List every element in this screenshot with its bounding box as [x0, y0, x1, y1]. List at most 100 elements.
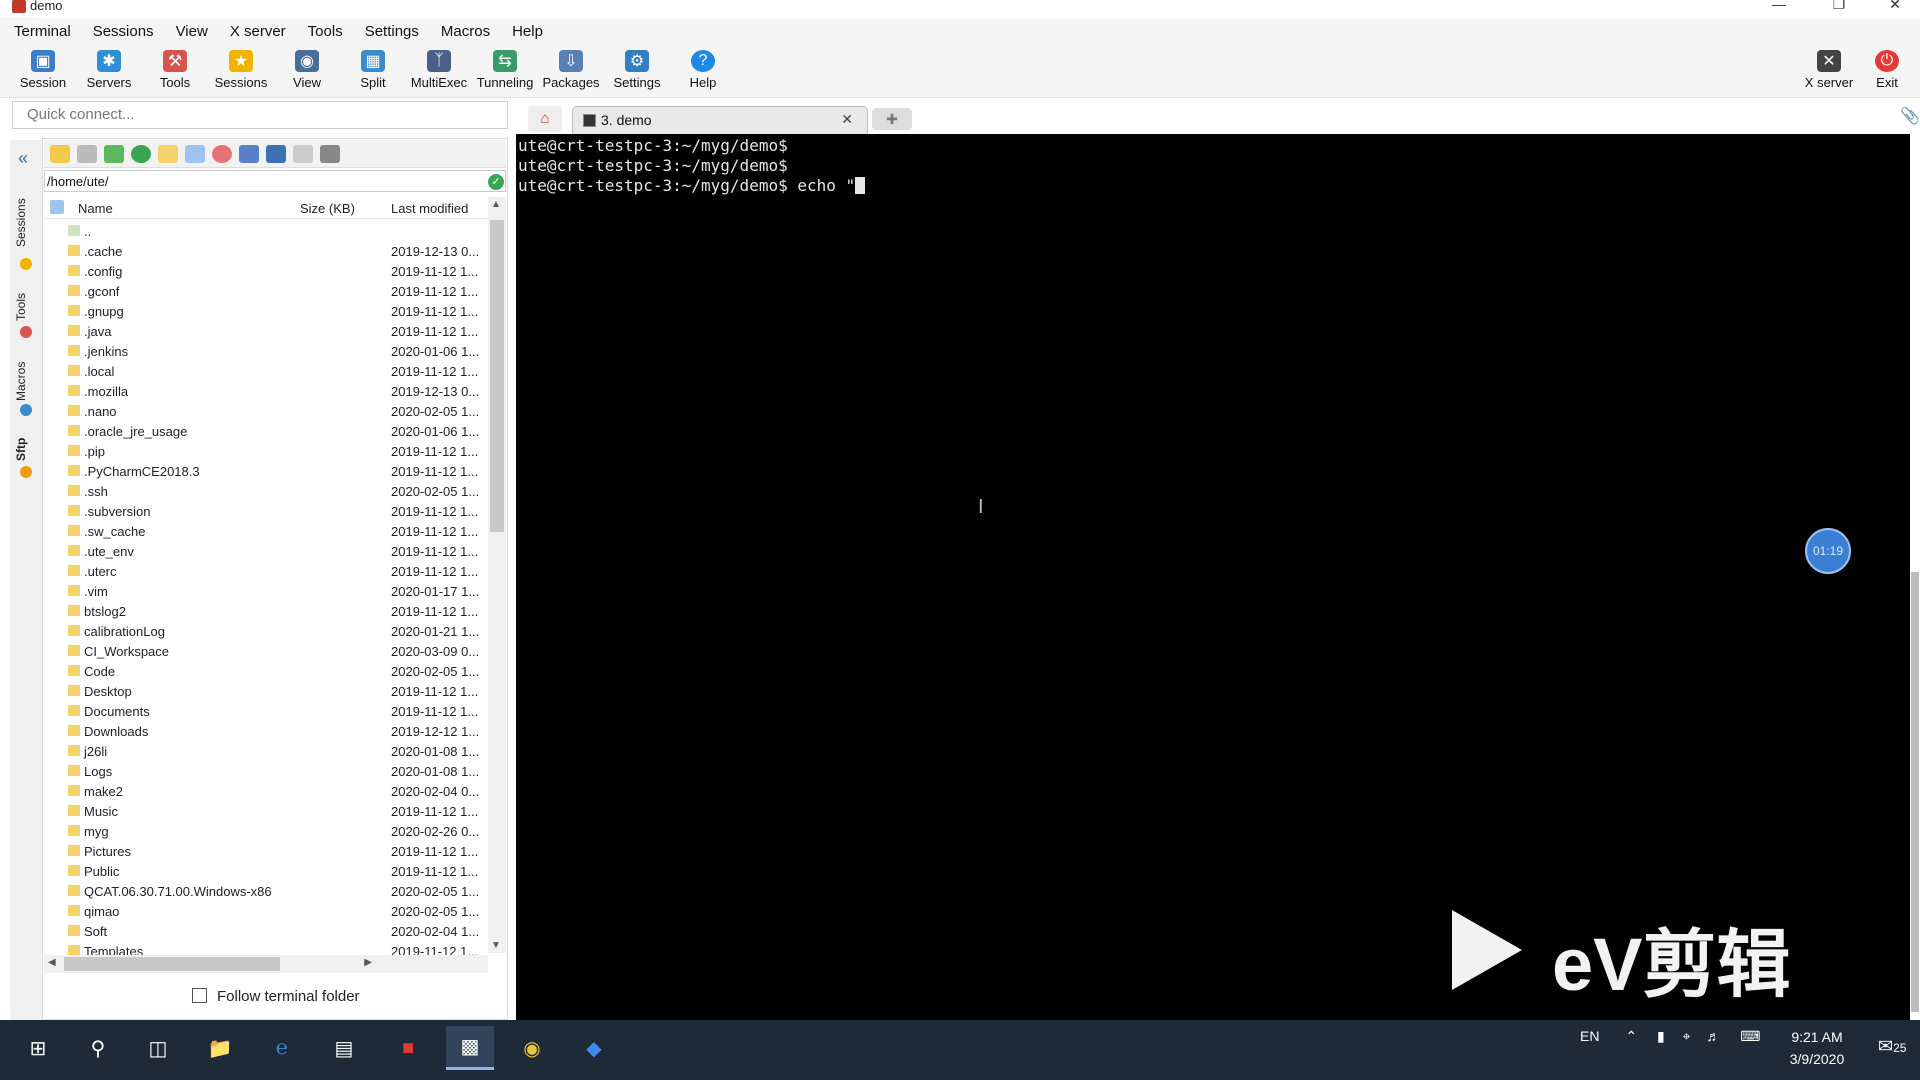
file-row[interactable]: Public 2019-11-12 1...: [44, 861, 488, 881]
scroll-right-icon[interactable]: ▶: [364, 957, 372, 968]
scroll-up-icon[interactable]: ▲: [491, 199, 501, 210]
follow-checkbox[interactable]: [192, 988, 207, 1003]
file-row[interactable]: .ute_env 2019-11-12 1...: [44, 541, 488, 561]
sidebar-tab-macros[interactable]: Macros: [14, 354, 38, 408]
refresh-icon[interactable]: [131, 144, 151, 163]
file-row[interactable]: .gconf 2019-11-12 1...: [44, 281, 488, 301]
file-row[interactable]: .java 2019-11-12 1...: [44, 321, 488, 341]
chrome-icon[interactable]: ◉: [508, 1026, 556, 1070]
notification-center[interactable]: ✉25: [1878, 1036, 1906, 1057]
file-row[interactable]: calibrationLog 2020-01-21 1...: [44, 621, 488, 641]
tab-demo[interactable]: 3. demo ✕: [572, 106, 868, 134]
split-button[interactable]: ▦ Split: [340, 48, 406, 96]
paperclip-icon[interactable]: 📎: [1900, 106, 1920, 126]
new-tab-button[interactable]: ✚: [872, 108, 912, 130]
sidebar-tab-sessions[interactable]: Sessions: [14, 192, 38, 254]
exit-button[interactable]: ⏻ Exit: [1862, 48, 1912, 96]
menu-xserver[interactable]: X server: [230, 23, 286, 40]
servers-button[interactable]: ✱ Servers: [76, 48, 142, 96]
settings-button[interactable]: ⚙ Settings: [604, 48, 670, 96]
file-row[interactable]: .gnupg 2019-11-12 1...: [44, 301, 488, 321]
file-row[interactable]: .mozilla 2019-12-13 0...: [44, 381, 488, 401]
column-name[interactable]: Name: [78, 201, 113, 216]
file-row[interactable]: Templates 2019-11-12 1...: [44, 941, 488, 955]
file-row[interactable]: .pip 2019-11-12 1...: [44, 441, 488, 461]
terminal-scroll-thumb[interactable]: [1911, 572, 1919, 1012]
file-row[interactable]: ..: [44, 221, 488, 241]
scroll-left-icon[interactable]: ◀: [48, 957, 56, 968]
file-row[interactable]: .PyCharmCE2018.3 2019-11-12 1...: [44, 461, 488, 481]
recording-timer[interactable]: 01:19: [1805, 528, 1851, 574]
file-row[interactable]: .oracle_jre_usage 2020-01-06 1...: [44, 421, 488, 441]
file-row[interactable]: myg 2020-02-26 0...: [44, 821, 488, 841]
menu-terminal[interactable]: Terminal: [14, 23, 71, 40]
task-view-icon[interactable]: ◫: [134, 1026, 182, 1070]
properties-icon[interactable]: [266, 144, 286, 163]
multiexec-button[interactable]: ᛉ MultiExec: [406, 48, 472, 96]
column-size[interactable]: Size (KB): [300, 201, 355, 216]
view-button[interactable]: ◉ View: [274, 48, 340, 96]
xserver-button[interactable]: ✕ X server: [1796, 48, 1862, 96]
youdao-icon[interactable]: ■: [384, 1026, 432, 1070]
mobaxterm-icon[interactable]: ▩: [446, 1026, 494, 1070]
edit-icon[interactable]: [293, 144, 313, 163]
minimize-button[interactable]: —: [1756, 0, 1802, 15]
menu-sessions[interactable]: Sessions: [93, 23, 154, 40]
folder-up-icon[interactable]: [50, 144, 70, 163]
close-button[interactable]: ✕: [1872, 0, 1918, 15]
file-row[interactable]: btslog2 2019-11-12 1...: [44, 601, 488, 621]
file-row[interactable]: Downloads 2019-12-12 1...: [44, 721, 488, 741]
file-row[interactable]: Music 2019-11-12 1...: [44, 801, 488, 821]
close-tab-icon[interactable]: ✕: [841, 111, 853, 128]
terminal[interactable]: ute@crt-testpc-3:~/myg/demo$ ute@crt-tes…: [516, 134, 1910, 1020]
packages-button[interactable]: ⇩ Packages: [538, 48, 604, 96]
wifi-icon[interactable]: ⌖: [1683, 1028, 1691, 1044]
file-row[interactable]: Documents 2019-11-12 1...: [44, 701, 488, 721]
sessions-button[interactable]: ★ Sessions: [208, 48, 274, 96]
download-icon[interactable]: [77, 144, 97, 163]
file-row[interactable]: .vim 2020-01-17 1...: [44, 581, 488, 601]
keyboard-icon[interactable]: ⌨: [1740, 1028, 1760, 1044]
tunneling-button[interactable]: ⇆ Tunneling: [472, 48, 538, 96]
menu-tools[interactable]: Tools: [308, 23, 343, 40]
upload-icon[interactable]: [104, 144, 124, 163]
file-row[interactable]: Code 2020-02-05 1...: [44, 661, 488, 681]
rename-icon[interactable]: [239, 144, 259, 163]
battery-icon[interactable]: ▮: [1657, 1028, 1665, 1044]
new-folder-icon[interactable]: [158, 144, 178, 163]
menu-view[interactable]: View: [176, 23, 208, 40]
file-row[interactable]: .nano 2020-02-05 1...: [44, 401, 488, 421]
file-row[interactable]: Soft 2020-02-04 1...: [44, 921, 488, 941]
path-input[interactable]: /home/ute/: [44, 170, 506, 192]
ie-icon[interactable]: ℮: [258, 1026, 306, 1070]
help-button[interactable]: ? Help: [670, 48, 736, 96]
clock[interactable]: 9:21 AM 3/9/2020: [1772, 1026, 1862, 1070]
start-icon[interactable]: ⊞: [14, 1026, 62, 1070]
check-icon[interactable]: ✓: [488, 174, 504, 190]
file-row[interactable]: Desktop 2019-11-12 1...: [44, 681, 488, 701]
search-icon[interactable]: ⚲: [74, 1026, 122, 1070]
file-list-scroll-thumb[interactable]: [490, 220, 504, 532]
file-row[interactable]: .uterc 2019-11-12 1...: [44, 561, 488, 581]
file-row[interactable]: j26li 2020-01-08 1...: [44, 741, 488, 761]
collapse-icon[interactable]: «: [18, 148, 28, 169]
file-row[interactable]: qimao 2020-02-05 1...: [44, 901, 488, 921]
recorder-icon[interactable]: ◆: [570, 1026, 618, 1070]
file-explorer-icon[interactable]: 📁: [196, 1026, 244, 1070]
file-row[interactable]: Pictures 2019-11-12 1...: [44, 841, 488, 861]
language-indicator[interactable]: EN: [1580, 1028, 1599, 1044]
new-file-icon[interactable]: [185, 144, 205, 163]
file-row[interactable]: .jenkins 2020-01-06 1...: [44, 341, 488, 361]
chevron-up-icon[interactable]: ⌃: [1625, 1028, 1637, 1044]
column-modified[interactable]: Last modified: [391, 201, 468, 216]
file-list-hscroll-thumb[interactable]: [64, 957, 280, 971]
tools-button[interactable]: ⚒ Tools: [142, 48, 208, 96]
file-row[interactable]: .cache 2019-12-13 0...: [44, 241, 488, 261]
restore-button[interactable]: ❐: [1816, 0, 1862, 15]
scroll-down-icon[interactable]: ▼: [491, 940, 501, 951]
sidebar-tab-tools[interactable]: Tools: [14, 284, 38, 330]
session-button[interactable]: ▣ Session: [10, 48, 76, 96]
sidebar-tab-sftp[interactable]: Sftp: [14, 430, 38, 468]
file-row[interactable]: make2 2020-02-04 0...: [44, 781, 488, 801]
delete-icon[interactable]: [212, 144, 232, 163]
